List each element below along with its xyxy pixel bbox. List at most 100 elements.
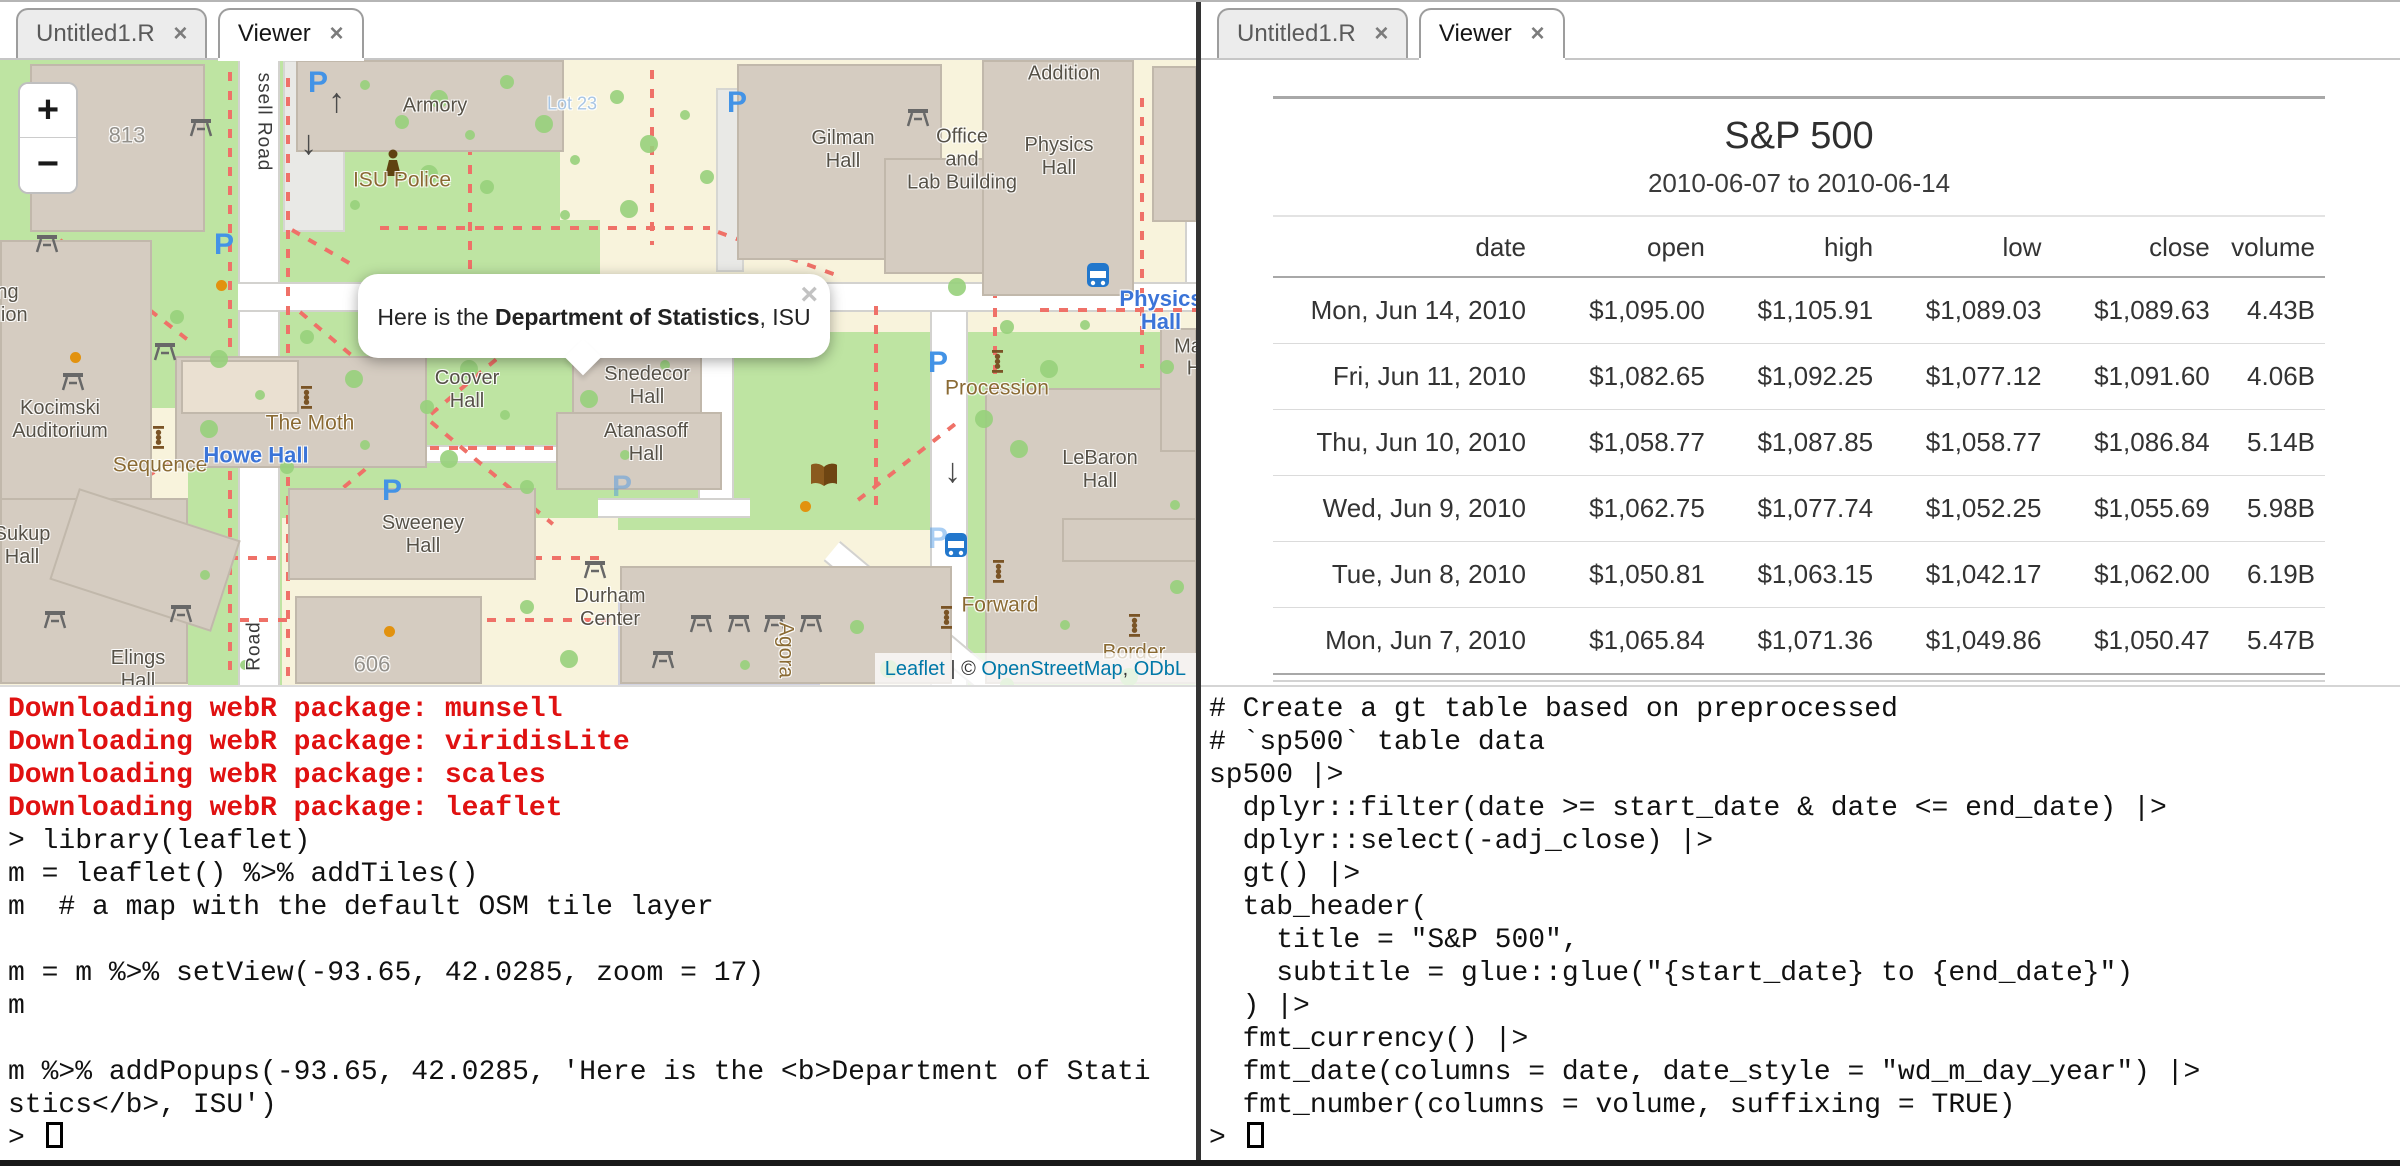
right-panel: Untitled1.R × Viewer × S&P 500 2010-06-0… [1201, 2, 2400, 1166]
footpath [380, 226, 710, 230]
table-cell: $1,050.81 [1536, 542, 1715, 608]
tab-untitled1-right[interactable]: Untitled1.R × [1217, 8, 1408, 58]
table-row: Wed, Jun 9, 2010$1,062.75$1,077.74$1,052… [1273, 476, 2325, 542]
map-label: Office and Lab Building [907, 126, 1017, 195]
tree [740, 660, 750, 670]
console-line: gt() |> [1209, 858, 2392, 891]
tab-label: Untitled1.R [1237, 20, 1356, 47]
zoom-out-button[interactable]: − [20, 138, 76, 192]
tab-untitled1-left[interactable]: Untitled1.R × [16, 8, 207, 58]
table-cell: $1,095.00 [1536, 277, 1715, 344]
map-label: Durham Center [574, 585, 645, 631]
console-line: sp500 |> [1209, 759, 2392, 792]
tree [520, 480, 534, 494]
table-cell: Wed, Jun 9, 2010 [1273, 476, 1536, 542]
console-line: fmt_number(columns = volume, suffixing =… [1209, 1089, 2392, 1122]
close-icon[interactable]: × [1530, 20, 1544, 47]
console-line: dplyr::select(-adj_close) |> [1209, 825, 2392, 858]
console-line: m = m %>% setView(-93.65, 42.0285, zoom … [8, 957, 1188, 990]
monument-icon [991, 350, 1004, 378]
map-label: Coover Hall [435, 367, 499, 413]
tree [1170, 580, 1184, 594]
console-line: m = leaflet() %>% addTiles() [8, 858, 1188, 891]
tree [1040, 360, 1058, 378]
tree [700, 170, 714, 184]
popup-close-icon[interactable]: × [800, 278, 818, 312]
console-line: dplyr::filter(date >= start_date & date … [1209, 792, 2392, 825]
tree [1160, 360, 1174, 374]
table-cell: 5.98B [2220, 476, 2325, 542]
parking-icon: P [382, 474, 402, 508]
table-cell: $1,105.91 [1715, 277, 1883, 344]
picnic-table-icon [42, 608, 68, 635]
tree [975, 410, 993, 428]
tree [200, 420, 218, 438]
column-header: high [1715, 217, 1883, 277]
table-cell: Thu, Jun 10, 2010 [1273, 410, 1536, 476]
table-cell: $1,091.60 [2051, 344, 2219, 410]
tree [948, 278, 966, 296]
tree [560, 210, 570, 220]
leaflet-map[interactable]: PPPPPPP↑↓↓ArmoryGilman HallOffice and La… [0, 60, 1196, 685]
map-label: Sequence [113, 454, 208, 477]
column-header: date [1273, 217, 1536, 277]
close-icon[interactable]: × [329, 20, 343, 47]
close-icon[interactable]: × [173, 20, 187, 47]
monument-icon [300, 386, 313, 414]
console-line: fmt_currency() |> [1209, 1023, 2392, 1056]
r-console-right[interactable]: # Create a gt table based on preprocesse… [1201, 687, 2400, 1162]
table-title: S&P 500 [1273, 99, 2325, 168]
tree [560, 650, 578, 668]
zoom-in-button[interactable]: + [20, 84, 76, 138]
leaflet-link[interactable]: Leaflet [885, 658, 945, 680]
r-console-left[interactable]: Downloading webR package: munsellDownloa… [0, 685, 1196, 1162]
console-line: fmt_date(columns = date, date_style = "w… [1209, 1056, 2392, 1089]
odbl-link[interactable]: ODbL [1134, 658, 1186, 680]
column-header: close [2051, 217, 2219, 277]
tree [535, 115, 553, 133]
console-line: # Create a gt table based on preprocesse… [1209, 693, 2392, 726]
panel-divider[interactable] [1196, 2, 1201, 1166]
tree [1170, 500, 1180, 510]
table-cell: $1,058.77 [1536, 410, 1715, 476]
tree [480, 180, 494, 194]
tab-viewer-right[interactable]: Viewer × [1419, 8, 1565, 58]
map-label: Gilman Hall [811, 127, 874, 173]
table-cell: $1,049.86 [1883, 608, 2051, 675]
console-cursor [1247, 1122, 1264, 1148]
console-line: m [8, 990, 1188, 1023]
gt-table-viewer: S&P 500 2010-06-07 to 2010-06-14 dateope… [1201, 60, 2400, 687]
tab-viewer-left[interactable]: Viewer × [218, 8, 364, 58]
table-cell: $1,089.63 [2051, 277, 2219, 344]
tree [210, 350, 228, 368]
map-label: Procession [945, 377, 1049, 400]
table-cell: $1,077.74 [1715, 476, 1883, 542]
map-label: Ma [1174, 336, 1196, 359]
table-row: Fri, Jun 11, 2010$1,082.65$1,092.25$1,07… [1273, 344, 2325, 410]
console-line: Downloading webR package: munsell [8, 693, 1188, 726]
table-cell: $1,042.17 [1883, 542, 2051, 608]
table-cell: Tue, Jun 8, 2010 [1273, 542, 1536, 608]
webr-split-view: Untitled1.R × Viewer × PPPPPPP↑↓↓ArmoryG… [0, 0, 2400, 1166]
console-line: > [8, 1122, 1188, 1155]
table-cell: $1,052.25 [1883, 476, 2051, 542]
tree [1010, 440, 1028, 458]
close-icon[interactable]: × [1374, 20, 1388, 47]
map-label: LeBaron Hall [1062, 447, 1138, 493]
table-cell: 5.14B [2220, 410, 2325, 476]
column-header: volume [2220, 217, 2325, 277]
picnic-table-icon [188, 116, 214, 143]
map-label: Physics Hall [1025, 134, 1094, 180]
map-label: Agora [775, 622, 798, 678]
openstreetmap-link[interactable]: OpenStreetMap [981, 658, 1122, 680]
tree [850, 620, 864, 634]
map-label: Armory [403, 95, 467, 118]
monument-icon [940, 606, 953, 634]
tree [1000, 320, 1014, 334]
column-header: low [1883, 217, 2051, 277]
map-label: ssell Road [253, 73, 276, 172]
picnic-table-icon [726, 612, 752, 639]
oneway-down-icon: ↓ [300, 124, 317, 163]
table-cell: 4.06B [2220, 344, 2325, 410]
map-label: Lot 23 [547, 93, 597, 116]
